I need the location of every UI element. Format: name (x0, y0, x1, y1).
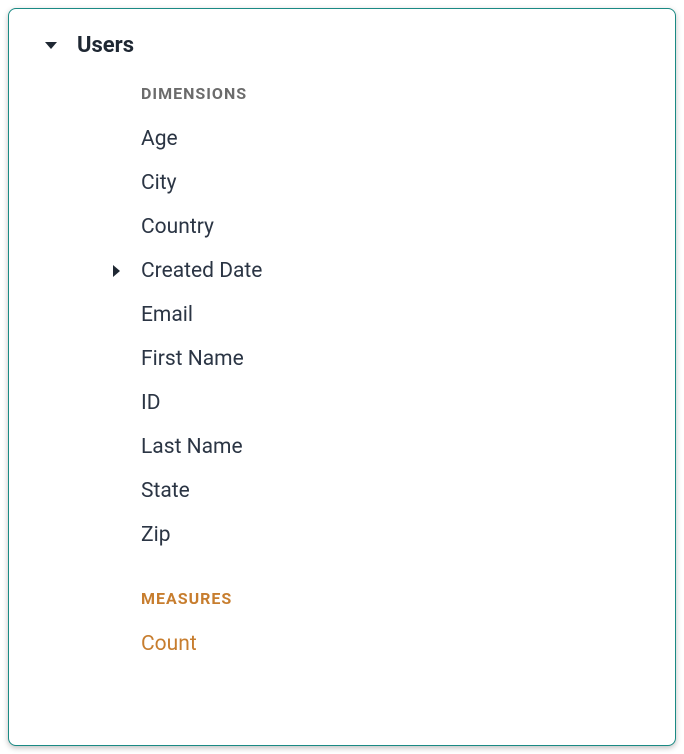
dimension-field[interactable]: First Name (141, 337, 655, 381)
field-label: Age (141, 127, 178, 151)
field-label: First Name (141, 347, 244, 371)
field-label: Zip (141, 523, 170, 547)
field-label: State (141, 479, 190, 503)
dimensions-list: Age City Country Created Date Email First Nam… (141, 117, 655, 557)
field-picker-panel: Users DIMENSIONS Age City Country Created D… (8, 8, 676, 746)
field-label: Last Name (141, 435, 243, 459)
field-label: Email (141, 303, 193, 327)
dimension-field[interactable]: State (141, 469, 655, 513)
chevron-down-icon (45, 42, 57, 49)
field-label: Created Date (141, 259, 262, 283)
measures-header: MEASURES (141, 589, 655, 608)
field-label: City (141, 171, 177, 195)
dimension-field[interactable]: City (141, 161, 655, 205)
dimension-field[interactable]: Created Date (141, 249, 655, 293)
view-title: Users (77, 33, 134, 58)
chevron-right-icon[interactable] (109, 265, 123, 277)
dimensions-section: DIMENSIONS Age City Country Created Date Ema… (141, 84, 655, 666)
dimensions-header: DIMENSIONS (141, 84, 655, 103)
dimension-field[interactable]: ID (141, 381, 655, 425)
field-label: Country (141, 215, 214, 239)
dimension-field[interactable]: Last Name (141, 425, 655, 469)
dimension-field[interactable]: Zip (141, 513, 655, 557)
measure-field[interactable]: Count (141, 622, 655, 666)
measures-list: Count (141, 622, 655, 666)
dimension-field[interactable]: Age (141, 117, 655, 161)
field-label: ID (141, 391, 161, 415)
field-label: Count (141, 632, 197, 656)
dimension-field[interactable]: Email (141, 293, 655, 337)
view-header[interactable]: Users (45, 33, 655, 58)
dimension-field[interactable]: Country (141, 205, 655, 249)
